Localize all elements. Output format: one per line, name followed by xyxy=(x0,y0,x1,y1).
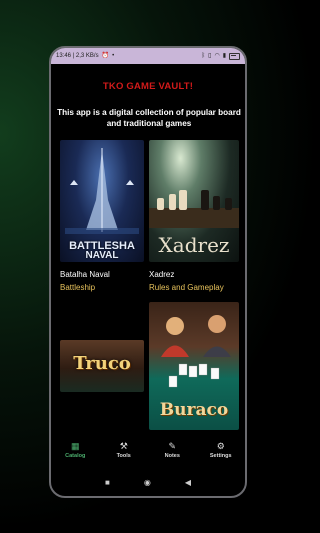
game-name-batalha-naval[interactable]: Batalha Naval xyxy=(60,270,110,279)
game-subtitle-battleship: Battleship xyxy=(60,283,96,292)
truco-cover-image: Truco xyxy=(60,340,144,392)
alarm-icon: ⏰ xyxy=(101,53,110,59)
back-icon[interactable]: ◀ xyxy=(185,479,191,487)
app-description: This app is a digital collection of popu… xyxy=(57,108,241,128)
tools-icon: ⚒ xyxy=(119,441,128,451)
buraco-cover-image: Buraco xyxy=(149,302,239,430)
gear-icon: ⚙ xyxy=(216,441,225,451)
nav-label-catalog: Catalog xyxy=(65,453,86,459)
notes-icon: ✎ xyxy=(168,441,177,451)
cover-text-buraco: Buraco xyxy=(159,400,229,420)
game-card-xadrez[interactable]: Xadrez xyxy=(149,140,239,262)
cover-text-xadrez: Xadrez xyxy=(158,233,230,257)
game-card-buraco[interactable]: Buraco xyxy=(149,302,239,430)
battery-icon xyxy=(229,52,240,60)
cover-text-truco: Truco xyxy=(73,353,131,374)
home-icon[interactable]: ◉ xyxy=(144,479,151,487)
battleship-cover-image: BATTLESHA NAVAL xyxy=(60,140,144,262)
game-subtitle-rules: Rules and Gameplay xyxy=(149,283,224,292)
cover-text-naval: NAVAL xyxy=(85,250,119,261)
signal-icon: ▮ xyxy=(222,53,226,59)
phone-screen: 13:46 | 2,3 KB/s ⏰ • ᛒ ▯ ◠ ▮ TKO GAME VA… xyxy=(49,46,247,498)
vibrate-icon: ▯ xyxy=(208,53,212,59)
bottom-navigation: ▦ Catalog ⚒ Tools ✎ Notes ⚙ Settings xyxy=(51,436,245,472)
nav-label-notes: Notes xyxy=(164,453,180,459)
chess-cover-image: Xadrez xyxy=(149,140,239,262)
nav-label-tools: Tools xyxy=(116,453,131,459)
game-card-truco[interactable]: Truco xyxy=(60,340,144,392)
bluetooth-icon: ᛒ xyxy=(201,53,206,59)
wifi-icon: ◠ xyxy=(214,53,220,59)
nav-label-settings: Settings xyxy=(209,453,232,459)
game-card-batalha-naval[interactable]: BATTLESHA NAVAL xyxy=(60,140,144,262)
game-name-xadrez[interactable]: Xadrez xyxy=(149,270,174,279)
system-navigation-bar: ■ ◉ ◀ xyxy=(51,472,245,494)
nav-tools[interactable]: ⚒ Tools xyxy=(103,441,145,459)
app-title: TKO GAME VAULT! xyxy=(102,81,194,92)
nav-catalog[interactable]: ▦ Catalog xyxy=(54,441,96,459)
status-time-speed: 13:46 | 2,3 KB/s xyxy=(56,53,99,59)
grid-icon: ▦ xyxy=(70,441,80,451)
notification-dots-icon: • xyxy=(112,53,115,59)
status-bar: 13:46 | 2,3 KB/s ⏰ • ᛒ ▯ ◠ ▮ xyxy=(51,48,245,64)
nav-settings[interactable]: ⚙ Settings xyxy=(200,441,242,459)
recents-icon[interactable]: ■ xyxy=(105,479,110,487)
nav-notes[interactable]: ✎ Notes xyxy=(151,441,193,459)
